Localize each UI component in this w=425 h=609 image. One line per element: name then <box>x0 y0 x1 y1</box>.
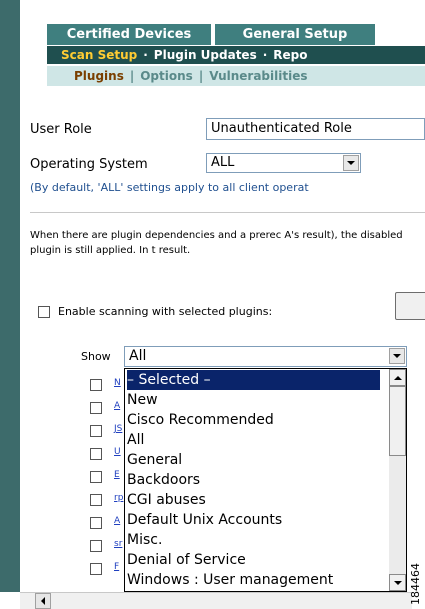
subnav-separator: · <box>262 48 268 62</box>
section-divider <box>30 212 425 213</box>
operating-system-value: ALL <box>211 155 235 170</box>
show-label: Show <box>81 350 111 363</box>
plugin-row-link[interactable]: sr <box>114 539 122 549</box>
show-filter-select[interactable]: All <box>124 346 407 367</box>
plugin-dependency-description: When there are plugin dependencies and a… <box>30 230 403 256</box>
enable-scanning-label: Enable scanning with selected plugins: <box>58 305 273 318</box>
plugin-row-checkbox[interactable] <box>90 517 102 529</box>
show-filter-dropdown-list[interactable]: – Selected – New Cisco Recommended All Gener… <box>124 368 407 592</box>
tab-certified-devices[interactable]: Certified Devices <box>47 24 211 45</box>
plugin-row-link[interactable]: F <box>114 562 119 572</box>
plugin-row-link[interactable]: N <box>114 378 121 388</box>
section-vulnerabilities[interactable]: Vulnerabilities <box>209 66 307 86</box>
dropdown-option[interactable]: Denial of Service <box>127 550 246 570</box>
plugin-row-checkbox[interactable] <box>90 563 102 575</box>
section-options[interactable]: Options <box>140 66 193 86</box>
plugin-row-link[interactable]: rp <box>114 493 123 503</box>
subnav-separator: · <box>143 48 148 62</box>
figure-id: 184464 <box>409 563 422 606</box>
operating-system-label: Operating System <box>30 157 148 172</box>
plugin-row-checkbox[interactable] <box>90 540 102 552</box>
dropdown-option[interactable]: General <box>127 450 182 470</box>
dropdown-scrollbar[interactable] <box>389 369 406 591</box>
chevron-down-icon[interactable] <box>343 155 359 171</box>
section-separator: | <box>129 69 135 83</box>
dropdown-option[interactable]: All <box>127 430 144 450</box>
plugin-row-checkbox[interactable] <box>90 494 102 506</box>
plugin-row-checkbox[interactable] <box>90 425 102 437</box>
scroll-down-button[interactable] <box>389 574 406 591</box>
plugin-row-checkbox[interactable] <box>90 402 102 414</box>
apply-button[interactable] <box>395 292 425 320</box>
dropdown-option[interactable]: New <box>127 390 158 410</box>
dropdown-option[interactable]: Cisco Recommended <box>127 410 274 430</box>
plugin-row-checkbox[interactable] <box>90 471 102 483</box>
show-filter-value: All <box>129 348 147 364</box>
main-content: Certified Devices General Setup Scan Set… <box>30 0 425 592</box>
user-role-label: User Role <box>30 122 92 137</box>
scroll-thumb[interactable] <box>389 386 406 456</box>
chevron-down-icon[interactable] <box>389 348 405 364</box>
section-navigation: Plugins | Options | Vulnerabilities <box>47 66 425 86</box>
top-tabs: Certified Devices General Setup <box>47 24 375 45</box>
dropdown-option[interactable]: Default Unix Accounts <box>127 510 282 530</box>
plugin-row-link[interactable]: U <box>114 447 121 457</box>
scroll-up-button[interactable] <box>389 369 406 386</box>
subnav-plugin-updates[interactable]: Plugin Updates <box>154 46 257 64</box>
dropdown-option[interactable]: – Selected – <box>127 370 380 390</box>
dropdown-option[interactable]: Windows : User management <box>127 570 333 590</box>
plugin-row-link[interactable]: A <box>114 516 120 526</box>
subnav-scan-setup[interactable]: Scan Setup <box>61 46 137 64</box>
user-role-field[interactable]: Unauthenticated Role <box>206 118 425 140</box>
dropdown-option[interactable]: CGI abuses <box>127 490 206 510</box>
plugin-row-link[interactable]: A <box>114 401 120 411</box>
dropdown-option[interactable]: Backdoors <box>127 470 200 490</box>
subnav-repo[interactable]: Repo <box>273 46 307 64</box>
horizontal-scrollbar[interactable] <box>20 592 412 609</box>
plugin-row-checkbox[interactable] <box>90 379 102 391</box>
section-plugins[interactable]: Plugins <box>74 66 124 86</box>
scroll-left-button[interactable] <box>35 593 51 609</box>
operating-system-select[interactable]: ALL <box>206 153 361 173</box>
default-settings-note: (By default, 'ALL' settings apply to all… <box>30 181 309 194</box>
plugin-row-checkbox[interactable] <box>90 448 102 460</box>
tab-general-setup[interactable]: General Setup <box>215 24 375 45</box>
plugin-row-link[interactable]: E <box>114 470 120 480</box>
enable-scanning-checkbox[interactable] <box>38 306 50 318</box>
sub-navigation: Scan Setup · Plugin Updates · Repo <box>47 46 425 64</box>
left-nav-bar <box>0 0 20 592</box>
plugin-row-link[interactable]: JS <box>114 424 122 434</box>
section-separator: | <box>198 69 204 83</box>
dropdown-option[interactable]: Misc. <box>127 530 162 550</box>
